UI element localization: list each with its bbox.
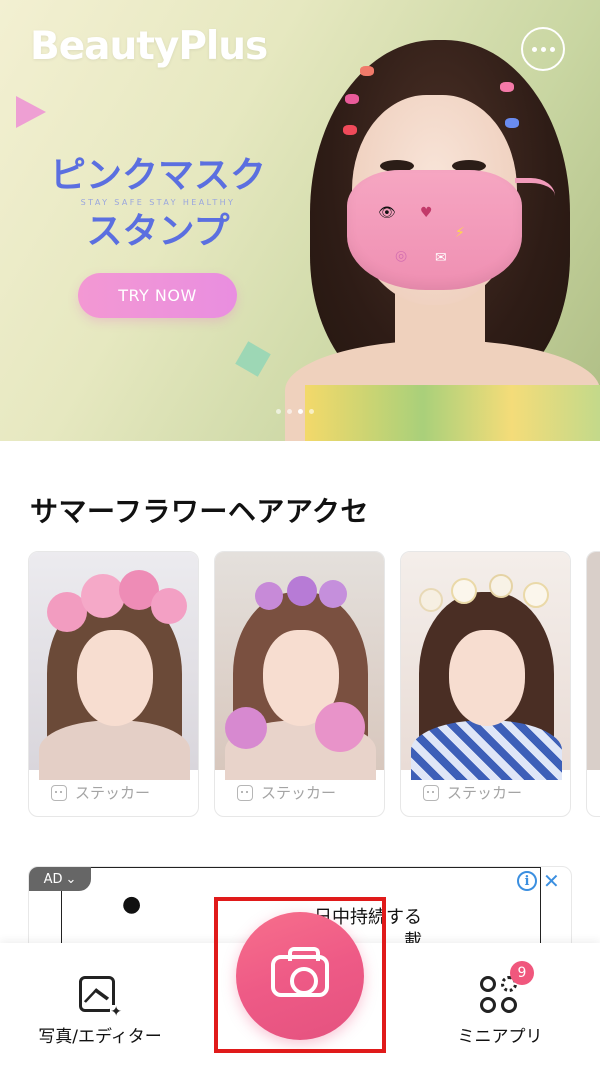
banner-title-line2: スタンプ	[86, 211, 230, 252]
card-image	[29, 552, 198, 780]
triangle-decoration	[16, 96, 46, 128]
carousel-dot	[309, 409, 314, 414]
sticker-icon	[237, 784, 253, 801]
promo-banner[interactable]: 👁 ♥ ⚡ ◎ ✉ BeautyPlus ピンクマスク STAY SAFE ST…	[0, 0, 600, 441]
photo-editor-label: 写真/エディター	[38, 1027, 162, 1047]
card-label: ステッカー	[237, 782, 336, 803]
sticker-card[interactable]: ステッカー	[400, 551, 571, 817]
sticker-icon	[51, 784, 67, 801]
close-icon[interactable]: ✕	[543, 869, 560, 893]
diamond-decoration	[235, 341, 271, 377]
info-icon[interactable]: i	[517, 871, 537, 891]
apple-logo-icon: ●	[122, 892, 142, 917]
card-image	[215, 552, 384, 780]
sticker-card[interactable]: ステッカー	[28, 551, 199, 817]
card-image	[587, 552, 600, 770]
sticker-carousel[interactable]: ステッカー ステッカー ステッカー	[28, 551, 600, 819]
app-logo: BeautyPlus	[30, 24, 268, 69]
sticker-card[interactable]: ステッカー	[214, 551, 385, 817]
photo-edit-icon: ✦	[79, 976, 122, 1019]
more-options-button[interactable]	[521, 27, 565, 71]
card-label: ステッカー	[423, 782, 522, 803]
mini-apps-tab[interactable]: 9 ミニアプリ	[430, 943, 570, 1067]
carousel-dot-active	[298, 409, 303, 414]
sticker-card[interactable]	[586, 551, 600, 817]
camera-icon	[271, 947, 329, 997]
camera-button[interactable]	[236, 912, 364, 1040]
photo-editor-tab[interactable]: ✦ 写真/エディター	[20, 943, 180, 1067]
carousel-indicator	[276, 409, 314, 414]
banner-title-line1: ピンクマスク	[50, 155, 267, 196]
chevron-down-icon: ⌄	[65, 871, 77, 887]
pink-mask	[347, 170, 522, 290]
try-now-button[interactable]: TRY NOW	[78, 273, 237, 318]
mini-apps-label: ミニアプリ	[457, 1027, 543, 1047]
card-label: ステッカー	[51, 782, 150, 803]
carousel-dot	[287, 409, 292, 414]
section-title: サマーフラワーヘアアクセ	[30, 495, 369, 528]
notification-badge: 9	[510, 961, 534, 985]
ad-badge[interactable]: AD ⌄	[29, 867, 91, 891]
carousel-dot	[276, 409, 281, 414]
card-image	[401, 552, 570, 780]
banner-subtitle: STAY SAFE STAY HEALTHY	[80, 198, 236, 207]
sticker-icon	[423, 784, 439, 801]
